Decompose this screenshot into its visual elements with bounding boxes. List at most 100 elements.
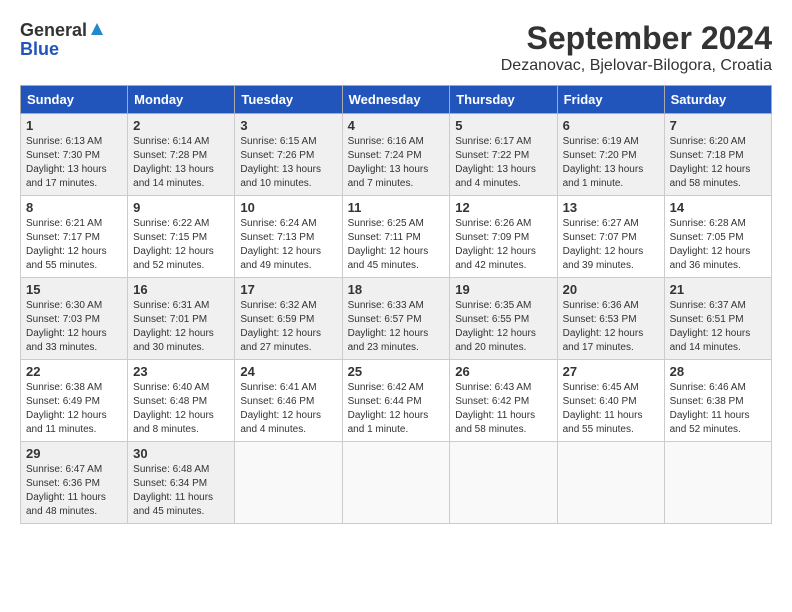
day-info: Sunrise: 6:38 AM Sunset: 6:49 PM Dayligh… — [26, 381, 122, 437]
day-number: 22 — [26, 364, 122, 379]
table-row: 27 Sunrise: 6:45 AM Sunset: 6:40 PM Dayli… — [557, 360, 664, 442]
table-row: 13Sunrise: 6:27 AM Sunset: 7:07 PM Dayli… — [557, 196, 664, 278]
calendar-week-row: 8 Sunrise: 6:21 AM Sunset: 7:17 PM Daylig… — [21, 196, 772, 278]
calendar-table: Sunday Monday Tuesday Wednesday Thursday… — [20, 85, 772, 524]
day-info: Sunrise: 6:47 AM Sunset: 6:36 PM Dayligh… — [26, 463, 122, 519]
col-monday: Monday — [128, 86, 235, 114]
table-row: 10 Sunrise: 6:24 AM Sunset: 7:13 PM Dayli… — [235, 196, 342, 278]
table-row: 4Sunrise: 6:16 AM Sunset: 7:24 PM Daylig… — [342, 114, 450, 196]
day-number: 27 — [563, 364, 659, 379]
table-row: 3 Sunrise: 6:15 AM Sunset: 7:26 PM Daylig… — [235, 114, 342, 196]
logo-arrow-icon — [89, 21, 105, 42]
col-thursday: Thursday — [450, 86, 557, 114]
col-friday: Friday — [557, 86, 664, 114]
day-number: 9 — [133, 200, 229, 215]
day-info: Sunrise: 6:26 AM Sunset: 7:09 PM Dayligh… — [455, 217, 551, 273]
title-area: September 2024 Dezanovac, Bjelovar-Bilog… — [501, 20, 772, 75]
day-number: 18 — [348, 282, 445, 297]
table-row: 11 Sunrise: 6:25 AM Sunset: 7:11 PM Dayli… — [342, 196, 450, 278]
day-info: Sunrise: 6:27 AM Sunset: 7:07 PM Dayligh… — [563, 217, 659, 273]
day-number: 26 — [455, 364, 551, 379]
day-info: Sunrise: 6:32 AM Sunset: 6:59 PM Dayligh… — [240, 299, 336, 355]
day-number: 8 — [26, 200, 122, 215]
day-number: 6 — [563, 118, 659, 133]
day-number: 24 — [240, 364, 336, 379]
logo: General Blue — [20, 20, 105, 60]
calendar-week-row: 29 Sunrise: 6:47 AM Sunset: 6:36 PM Dayli… — [21, 442, 772, 524]
day-number: 11 — [348, 200, 445, 215]
table-row: 29 Sunrise: 6:47 AM Sunset: 6:36 PM Dayli… — [21, 442, 128, 524]
table-row: 25Sunrise: 6:42 AM Sunset: 6:44 PM Dayli… — [342, 360, 450, 442]
day-number: 2 — [133, 118, 229, 133]
day-info: Sunrise: 6:22 AM Sunset: 7:15 PM Dayligh… — [133, 217, 229, 273]
table-row: 30 Sunrise: 6:48 AM Sunset: 6:34 PM Dayli… — [128, 442, 235, 524]
day-info: Sunrise: 6:45 AM Sunset: 6:40 PM Dayligh… — [563, 381, 659, 437]
logo-general-text: General — [20, 20, 87, 41]
table-row — [664, 442, 771, 524]
col-wednesday: Wednesday — [342, 86, 450, 114]
day-info: Sunrise: 6:31 AM Sunset: 7:01 PM Dayligh… — [133, 299, 229, 355]
col-sunday: Sunday — [21, 86, 128, 114]
day-number: 16 — [133, 282, 229, 297]
table-row — [342, 442, 450, 524]
day-info: Sunrise: 6:25 AM Sunset: 7:11 PM Dayligh… — [348, 217, 445, 273]
calendar-header-row: Sunday Monday Tuesday Wednesday Thursday… — [21, 86, 772, 114]
table-row: 15 Sunrise: 6:30 AM Sunset: 7:03 PM Dayli… — [21, 278, 128, 360]
table-row — [557, 442, 664, 524]
table-row — [450, 442, 557, 524]
table-row: 16 Sunrise: 6:31 AM Sunset: 7:01 PM Dayli… — [128, 278, 235, 360]
day-info: Sunrise: 6:24 AM Sunset: 7:13 PM Dayligh… — [240, 217, 336, 273]
table-row: 20Sunrise: 6:36 AM Sunset: 6:53 PM Dayli… — [557, 278, 664, 360]
col-tuesday: Tuesday — [235, 86, 342, 114]
day-number: 29 — [26, 446, 122, 461]
table-row: 22 Sunrise: 6:38 AM Sunset: 6:49 PM Dayli… — [21, 360, 128, 442]
day-info: Sunrise: 6:40 AM Sunset: 6:48 PM Dayligh… — [133, 381, 229, 437]
day-number: 17 — [240, 282, 336, 297]
table-row: 2 Sunrise: 6:14 AM Sunset: 7:28 PM Daylig… — [128, 114, 235, 196]
calendar-week-row: 1 Sunrise: 6:13 AM Sunset: 7:30 PM Daylig… — [21, 114, 772, 196]
day-info: Sunrise: 6:21 AM Sunset: 7:17 PM Dayligh… — [26, 217, 122, 273]
day-number: 1 — [26, 118, 122, 133]
calendar-title: September 2024 — [501, 20, 772, 57]
day-info: Sunrise: 6:43 AM Sunset: 6:42 PM Dayligh… — [455, 381, 551, 437]
day-number: 21 — [670, 282, 766, 297]
day-number: 4 — [348, 118, 445, 133]
table-row: 14Sunrise: 6:28 AM Sunset: 7:05 PM Dayli… — [664, 196, 771, 278]
day-info: Sunrise: 6:48 AM Sunset: 6:34 PM Dayligh… — [133, 463, 229, 519]
day-number: 3 — [240, 118, 336, 133]
table-row: 28Sunrise: 6:46 AM Sunset: 6:38 PM Dayli… — [664, 360, 771, 442]
day-info: Sunrise: 6:15 AM Sunset: 7:26 PM Dayligh… — [240, 135, 336, 191]
calendar-location: Dezanovac, Bjelovar-Bilogora, Croatia — [501, 57, 772, 75]
table-row: 18 Sunrise: 6:33 AM Sunset: 6:57 PM Dayli… — [342, 278, 450, 360]
table-row: 7 Sunrise: 6:20 AM Sunset: 7:18 PM Daylig… — [664, 114, 771, 196]
day-info: Sunrise: 6:35 AM Sunset: 6:55 PM Dayligh… — [455, 299, 551, 355]
day-info: Sunrise: 6:30 AM Sunset: 7:03 PM Dayligh… — [26, 299, 122, 355]
day-number: 10 — [240, 200, 336, 215]
calendar-week-row: 15 Sunrise: 6:30 AM Sunset: 7:03 PM Dayli… — [21, 278, 772, 360]
table-row — [235, 442, 342, 524]
day-number: 20 — [563, 282, 659, 297]
table-row: 12 Sunrise: 6:26 AM Sunset: 7:09 PM Dayli… — [450, 196, 557, 278]
day-number: 23 — [133, 364, 229, 379]
table-row: 9 Sunrise: 6:22 AM Sunset: 7:15 PM Daylig… — [128, 196, 235, 278]
table-row: 21 Sunrise: 6:37 AM Sunset: 6:51 PM Dayli… — [664, 278, 771, 360]
day-number: 15 — [26, 282, 122, 297]
table-row: 8 Sunrise: 6:21 AM Sunset: 7:17 PM Daylig… — [21, 196, 128, 278]
day-info: Sunrise: 6:17 AM Sunset: 7:22 PM Dayligh… — [455, 135, 551, 191]
day-number: 12 — [455, 200, 551, 215]
day-info: Sunrise: 6:42 AM Sunset: 6:44 PM Dayligh… — [348, 381, 445, 437]
page-header: General Blue September 2024 Dezanovac, B… — [20, 20, 772, 75]
day-number: 19 — [455, 282, 551, 297]
day-info: Sunrise: 6:33 AM Sunset: 6:57 PM Dayligh… — [348, 299, 445, 355]
logo-blue-text: Blue — [20, 39, 59, 60]
day-info: Sunrise: 6:41 AM Sunset: 6:46 PM Dayligh… — [240, 381, 336, 437]
day-info: Sunrise: 6:13 AM Sunset: 7:30 PM Dayligh… — [26, 135, 122, 191]
table-row: 6 Sunrise: 6:19 AM Sunset: 7:20 PM Daylig… — [557, 114, 664, 196]
day-info: Sunrise: 6:20 AM Sunset: 7:18 PM Dayligh… — [670, 135, 766, 191]
day-info: Sunrise: 6:37 AM Sunset: 6:51 PM Dayligh… — [670, 299, 766, 355]
day-number: 7 — [670, 118, 766, 133]
day-info: Sunrise: 6:19 AM Sunset: 7:20 PM Dayligh… — [563, 135, 659, 191]
day-number: 30 — [133, 446, 229, 461]
day-info: Sunrise: 6:14 AM Sunset: 7:28 PM Dayligh… — [133, 135, 229, 191]
day-number: 14 — [670, 200, 766, 215]
